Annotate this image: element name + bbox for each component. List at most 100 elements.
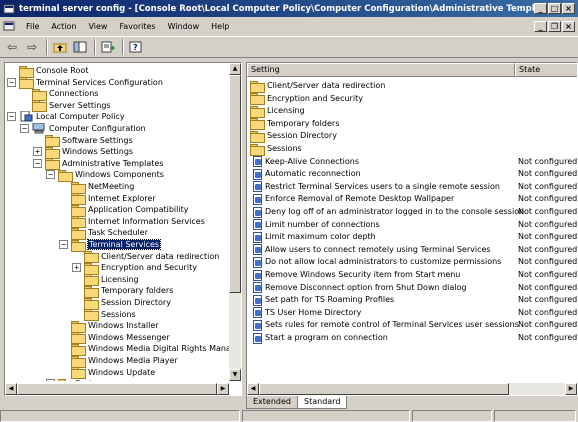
up-one-level-button[interactable] [51,39,69,56]
tree-item[interactable]: Windows Media Player [59,355,178,368]
tree-item-label: Windows Settings [62,147,134,157]
tree-scroll-thumb[interactable] [229,75,241,293]
tree-scroll-left-button[interactable]: ◀ [5,383,17,395]
tree-vertical-scrollbar[interactable]: ▲ ▼ [229,63,241,381]
list-horizontal-scrollbar[interactable]: ◀ ▶ [247,383,577,395]
list-item[interactable]: Enforce Removal of Remote Desktop Wallpa… [247,193,577,205]
list-item[interactable]: Session Directory [247,130,577,143]
child-minimize-button[interactable]: _ [534,20,547,32]
tree-item[interactable]: Windows Media Digital Rights Manag [59,343,231,356]
list-item[interactable]: Do not allow local administrators to cus… [247,256,577,268]
maximize-button[interactable]: □ [548,3,561,14]
tree-item[interactable]: Connections [20,88,98,101]
mmc-app-icon[interactable] [3,3,15,15]
tree-hscroll-thumb[interactable] [17,383,217,395]
tree-item[interactable]: Windows Update [59,367,155,380]
tree-item[interactable]: Windows Messenger [59,332,170,345]
list-item[interactable]: Deny log off of an administrator logged … [247,206,577,218]
tab-standard[interactable]: Standard [297,396,348,409]
list-item[interactable]: Remove Windows Security item from Start … [247,269,577,281]
collapse-icon[interactable]: − [20,124,29,133]
list-item[interactable]: Allow users to connect remotely using Te… [247,244,577,256]
list-item[interactable]: Automatic reconnection Not configured [247,168,577,180]
show-hide-tree-button[interactable] [71,39,89,56]
forward-button[interactable]: ⇨ [23,39,41,56]
expand-icon[interactable]: + [46,379,55,381]
menu-view[interactable]: View [82,22,113,31]
tree-item[interactable]: Task Scheduler [59,227,148,240]
list-item[interactable]: Encryption and Security [247,93,577,106]
minimize-button[interactable]: _ [534,3,547,14]
list-hscroll-thumb[interactable] [259,383,509,395]
child-restore-button[interactable]: ❐ [548,20,561,32]
tree-item[interactable]: Server Settings [20,100,111,113]
tree-item[interactable]: Internet Explorer [59,193,156,206]
list-item[interactable]: Keep-Alive Connections Not configured [247,156,577,168]
details-pane[interactable]: Setting State Client/Server data redirec… [246,62,578,396]
child-close-button[interactable]: × [562,20,575,32]
state-column-header[interactable]: State [515,63,577,77]
list-item[interactable]: Limit number of connections Not configure… [247,219,577,231]
list-item[interactable]: Limit maximum color depth Not configured [247,231,577,243]
tree-horizontal-scrollbar[interactable]: ◀ ▶ [5,383,229,395]
tree-item[interactable]: Sessions [72,309,136,322]
tree-item[interactable]: Windows Installer [59,320,159,333]
menu-help[interactable]: Help [205,22,235,31]
menu-file[interactable]: File [20,22,45,31]
list-item[interactable]: Licensing [247,105,577,118]
tree-item[interactable]: Session Directory [72,297,171,310]
expand-icon[interactable]: + [33,147,42,157]
tree-item[interactable]: Console Root [7,65,88,78]
tree-item[interactable]: Application Compatibility [59,204,188,217]
close-button[interactable]: × [562,3,575,14]
list-item[interactable]: Client/Server data redirection [247,80,577,93]
help-button[interactable]: ? [127,39,145,56]
tree-item[interactable]: − Local Computer Policy [7,110,125,122]
tree-item-label: Windows Media Digital Rights Manag [88,344,231,354]
tree-item[interactable]: Licensing [72,274,139,287]
tree-item[interactable]: + Windows Settings [33,146,134,159]
menu-window[interactable]: Window [162,22,206,31]
tab-extended[interactable]: Extended [246,396,298,409]
list-item[interactable]: TS User Home Directory Not configured [247,307,577,319]
tree-item[interactable]: NetMeeting [59,181,134,194]
tree-item[interactable]: − Computer Configuration [20,122,146,134]
tree-scroll-up-button[interactable]: ▲ [229,63,241,75]
list-item[interactable]: Set path for TS Roaming Profiles Not conf… [247,294,577,306]
collapse-icon[interactable]: − [59,240,68,249]
export-list-button[interactable] [99,39,117,56]
setting-column-header[interactable]: Setting [247,63,515,77]
list-item[interactable]: Remove Disconnect option from Shut Down … [247,282,577,294]
collapse-icon[interactable]: − [7,77,16,87]
tree-item[interactable]: Software Settings [33,135,133,148]
list-item[interactable]: Sessions [247,143,577,156]
collapse-icon[interactable]: − [33,158,42,168]
list-item[interactable]: Start a program on connection Not configu… [247,332,577,344]
menu-favorites[interactable]: Favorites [113,22,161,31]
tree-item[interactable]: Internet Information Services [59,216,205,229]
tree-scroll-right-button[interactable]: ▶ [217,383,229,395]
tree-item[interactable]: Client/Server data redirection [72,251,219,264]
collapse-icon[interactable]: − [7,112,16,122]
tree-item[interactable]: Temporary folders [72,285,173,298]
title-bar[interactable]: terminal server config - [Console Root\L… [0,0,578,17]
tree-item[interactable]: + Encryption and Security [72,262,197,275]
tree-item[interactable]: − Administrative Templates [33,158,163,171]
tree-item[interactable]: − Windows Components [46,169,164,182]
console-tree[interactable]: Console Root − Terminal Services Configura… [5,63,231,381]
tree-item[interactable]: + System [46,378,105,381]
list-scroll-right-button[interactable]: ▶ [565,383,577,395]
back-button[interactable]: ⇦ [3,39,21,56]
tree-item[interactable]: − Terminal Services Configuration [7,77,163,90]
list-item[interactable]: Temporary folders [247,118,577,131]
list-item[interactable]: Sets rules for remote control of Termina… [247,319,577,331]
list-item[interactable]: Restrict Terminal Services users to a si… [247,181,577,193]
console-tree-pane[interactable]: Console Root − Terminal Services Configura… [4,62,242,396]
tree-scroll-down-button[interactable]: ▼ [229,369,241,381]
expand-icon[interactable]: + [72,263,81,273]
tree-item[interactable]: − Terminal Services [59,239,162,252]
collapse-icon[interactable]: − [46,170,55,180]
list-scroll-left-button[interactable]: ◀ [247,383,259,395]
console-window-icon[interactable] [2,19,16,33]
menu-action[interactable]: Action [45,22,82,31]
